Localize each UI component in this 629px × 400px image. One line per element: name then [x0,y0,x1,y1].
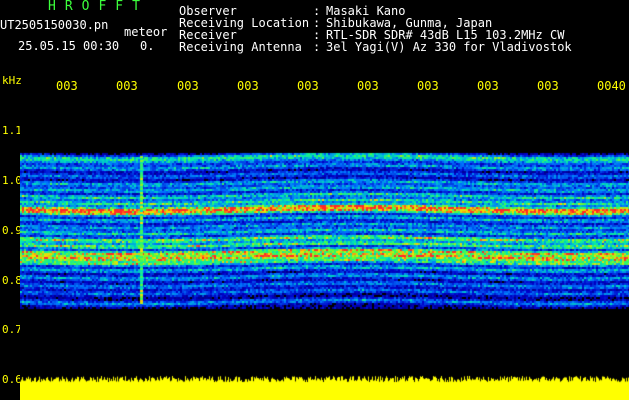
hrofft-window: { "header": { "app_title": "HROFFT", "fi… [0,0,629,400]
time-label: 003 [56,79,78,93]
time-label: 0040 [597,79,626,93]
meteor-count: 0. [140,39,155,53]
time-label: 003 [297,79,319,93]
frequency-label: 1.0 [2,174,22,187]
info-separator: : [313,40,321,54]
date-time: 25.05.15 00:30 [18,39,120,53]
spectrogram-canvas [20,98,629,400]
time-label: 003 [357,79,379,93]
frequency-label: 0.8 [2,274,22,287]
time-label: 003 [237,79,259,93]
info-value-antenna: 3el Yagi(V) Az 330 for Vladivostok [326,40,572,54]
file-name: UT2505150030.pn [0,18,109,32]
time-label: 003 [116,79,138,93]
frequency-label: 0.9 [2,224,22,237]
app-title: HROFFT [48,0,149,14]
frequency-label: 0.6 [2,373,22,386]
info-label-antenna: Receiving Antenna [179,40,302,54]
time-label: 003 [537,79,559,93]
meteor-label: meteor [124,25,168,39]
time-label: 003 [177,79,199,93]
time-label: 003 [417,79,439,93]
frequency-label: 0.7 [2,323,22,336]
frequency-unit-label: kHz [2,74,22,87]
frequency-label: 1.1 [2,124,22,137]
time-label: 003 [477,79,499,93]
